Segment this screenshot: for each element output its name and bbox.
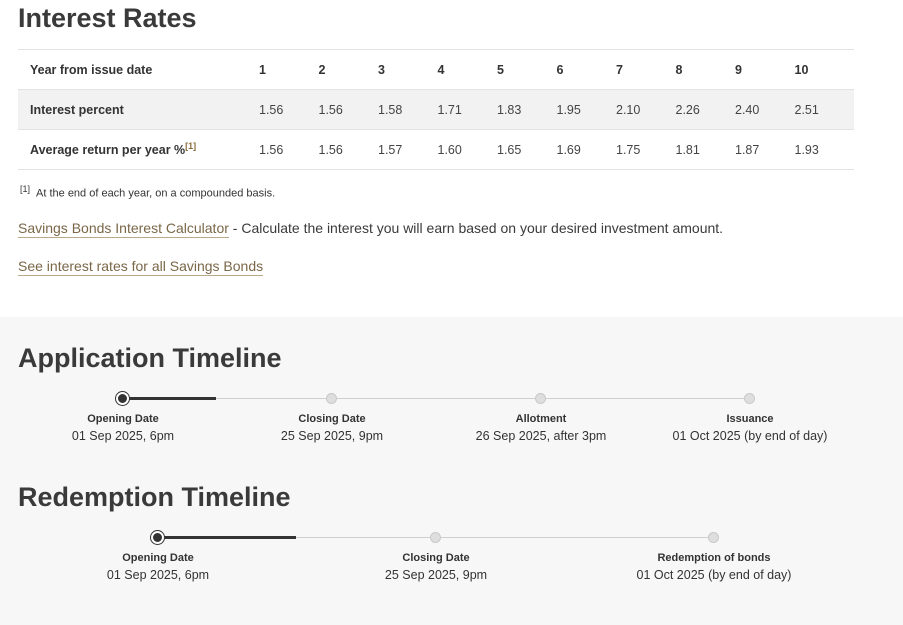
table-cell: 1.75 — [616, 142, 641, 157]
timeline-dot — [535, 393, 546, 404]
interest-rates-table: Year from issue date 1 2 3 4 5 6 7 8 9 1… — [18, 49, 854, 170]
step-title: Closing Date — [298, 413, 366, 425]
table-cell: 2.40 — [735, 102, 760, 117]
timeline-step: Opening Date 01 Sep 2025, 6pm — [63, 552, 253, 582]
step-title: Opening Date — [87, 413, 159, 425]
timelines-section: Application Timeline Opening Date 01 Sep… — [0, 317, 903, 625]
row-label: Interest percent — [30, 102, 124, 117]
table-cell: 1.87 — [735, 142, 760, 157]
table-cell: 1.60 — [437, 142, 462, 157]
step-date: 26 Sep 2025, after 3pm — [475, 429, 607, 443]
table-cell: 1.56 — [259, 102, 284, 117]
year-header: 9 — [735, 62, 742, 77]
year-header: 7 — [616, 62, 623, 77]
table-cell: 1.83 — [497, 102, 522, 117]
timeline-dot-active — [116, 392, 129, 405]
year-header: 4 — [437, 62, 445, 77]
footnote: [1] At the end of each year, on a compoun… — [20, 184, 275, 200]
interest-rates-section: Interest Rates Year from issue date 1 2 … — [0, 0, 903, 317]
year-header: 3 — [378, 62, 385, 77]
footnote-marker: [1] — [20, 184, 31, 194]
footnote-ref[interactable]: [1] — [185, 141, 196, 151]
calculator-description: - Calculate the interest you will earn b… — [228, 220, 724, 236]
table-row-average-return: Average return per year %[1] 1.56 1.56 1… — [18, 129, 854, 170]
footnote-text: At the end of each year, on a compounded… — [36, 187, 276, 200]
step-date: 25 Sep 2025, 9pm — [280, 429, 384, 443]
table-cell: 1.56 — [318, 102, 343, 117]
step-date: 01 Oct 2025 (by end of day) — [672, 429, 828, 443]
year-header: 6 — [556, 62, 564, 77]
all-interest-rates-link[interactable]: See interest rates for all Savings Bonds — [18, 258, 264, 276]
table-cell: 1.56 — [259, 142, 284, 157]
timeline-step: Allotment 26 Sep 2025, after 3pm — [446, 413, 636, 443]
step-title: Opening Date — [122, 552, 194, 564]
table-cell: 1.57 — [378, 142, 403, 157]
application-timeline-track — [122, 398, 750, 399]
step-date: 01 Oct 2025 (by end of day) — [636, 568, 792, 582]
step-title: Redemption of bonds — [657, 552, 771, 564]
table-row-interest-percent: Interest percent 1.56 1.56 1.58 1.71 1.8… — [18, 89, 854, 130]
step-title: Allotment — [515, 413, 567, 425]
row-label-cell: Average return per year %[1] — [18, 130, 259, 170]
step-date: 25 Sep 2025, 9pm — [384, 568, 488, 582]
timeline-dot — [708, 532, 719, 543]
step-date: 01 Sep 2025, 6pm — [71, 429, 175, 443]
table-cell: 1.95 — [556, 102, 581, 117]
redemption-timeline-title: Redemption Timeline — [18, 482, 291, 512]
redemption-timeline-progress — [157, 536, 296, 539]
year-header: 2 — [318, 62, 326, 77]
timeline-step: Closing Date 25 Sep 2025, 9pm — [237, 413, 427, 443]
interest-calculator-link[interactable]: Savings Bonds Interest Calculator — [18, 220, 229, 238]
table-cell: 1.58 — [378, 102, 403, 117]
table-cell: 1.93 — [794, 142, 819, 157]
year-header: 5 — [497, 62, 504, 77]
timeline-step: Closing Date 25 Sep 2025, 9pm — [341, 552, 531, 582]
timeline-step: Issuance 01 Oct 2025 (by end of day) — [655, 413, 845, 443]
timeline-step: Opening Date 01 Sep 2025, 6pm — [28, 413, 218, 443]
table-cell: 1.65 — [497, 142, 522, 157]
year-header: 8 — [675, 62, 683, 77]
table-cell: 1.69 — [556, 142, 581, 157]
application-timeline-progress — [122, 397, 216, 400]
step-date: 01 Sep 2025, 6pm — [106, 568, 210, 582]
table-cell: 1.81 — [675, 142, 700, 157]
timeline-step: Redemption of bonds 01 Oct 2025 (by end … — [619, 552, 809, 582]
step-title: Closing Date — [402, 552, 470, 564]
table-header-row: Year from issue date 1 2 3 4 5 6 7 8 9 1… — [18, 49, 854, 90]
all-rates-link-wrap: See interest rates for all Savings Bonds — [18, 258, 264, 276]
table-cell: 2.10 — [616, 102, 641, 117]
step-title: Issuance — [726, 413, 774, 425]
timeline-dot — [744, 393, 755, 404]
year-header: 1 — [259, 62, 266, 77]
table-cell: 1.71 — [437, 102, 462, 117]
calculator-line: Savings Bonds Interest Calculator - Calc… — [18, 220, 724, 238]
interest-rates-title: Interest Rates — [18, 3, 197, 33]
year-header: 10 — [794, 62, 809, 77]
timeline-dot — [430, 532, 441, 543]
timeline-dot-active — [151, 531, 164, 544]
header-label: Year from issue date — [30, 62, 153, 77]
table-cell: 2.51 — [794, 102, 819, 117]
table-cell: 1.56 — [318, 142, 343, 157]
row-label: Average return per year % — [30, 143, 186, 158]
timeline-dot — [326, 393, 337, 404]
table-cell: 2.26 — [675, 102, 700, 117]
application-timeline-title: Application Timeline — [18, 343, 282, 373]
